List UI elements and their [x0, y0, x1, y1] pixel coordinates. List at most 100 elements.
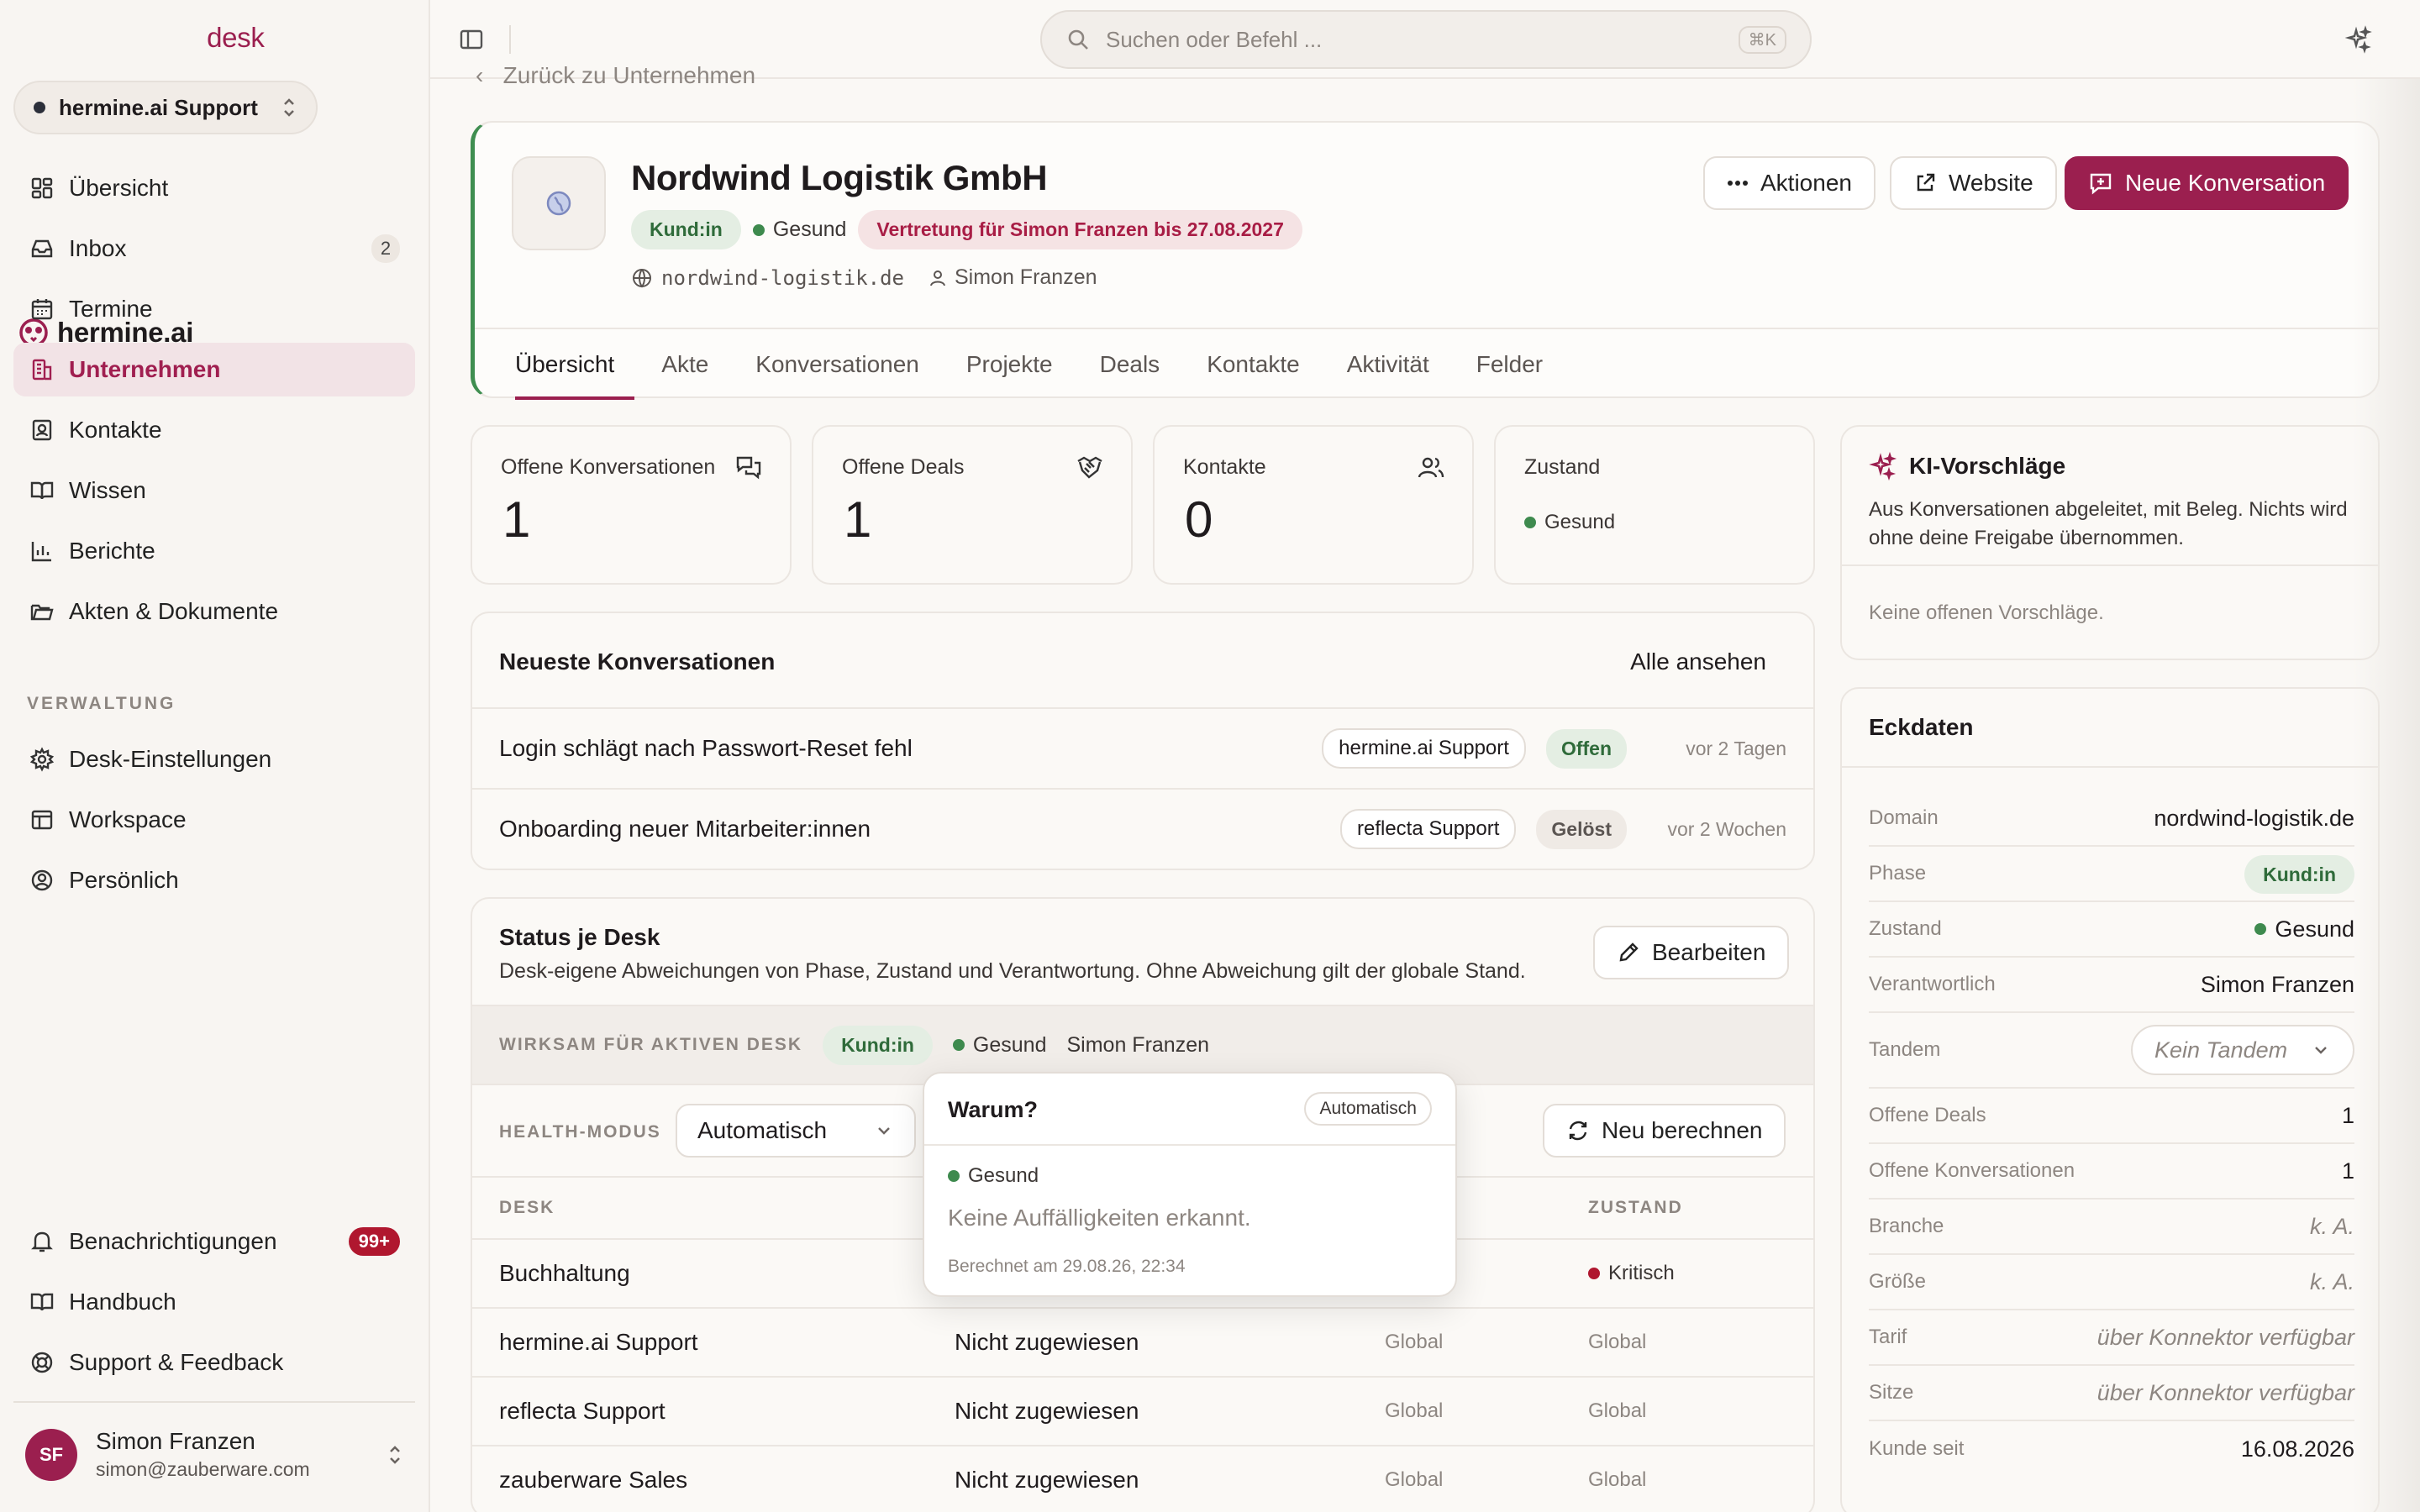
sidebar-item-label: Support & Feedback [69, 1349, 284, 1375]
sidebar-item-inbox[interactable]: Inbox 2 [13, 222, 415, 276]
stat-label: Zustand [1524, 455, 1601, 479]
ai-suggestions-card: KI-Vorschläge Aus Konversationen abgelei… [1840, 425, 2380, 660]
card-description: Desk-eigene Abweichungen von Phase, Zust… [499, 959, 1526, 983]
key-value[interactable]: nordwind-logistik.de [2154, 806, 2354, 832]
empty-state: Keine offenen Vorschläge. [1869, 601, 2104, 624]
sidebar-toggle-icon[interactable] [459, 27, 484, 52]
table-row[interactable]: hermine.ai Support Nicht zugewiesen Glob… [472, 1307, 1813, 1376]
company-logo [512, 156, 606, 250]
key-value: k. A. [2309, 1268, 2354, 1294]
sidebar-item-termine[interactable]: Termine [13, 282, 415, 336]
key-data-row: Zustand Gesund [1869, 902, 2354, 958]
key-data-row: Domain nordwind-logistik.de [1869, 791, 2354, 847]
tab-konversationen[interactable]: Konversationen [732, 329, 943, 400]
desk-owner: Nicht zugewiesen [955, 1467, 1139, 1493]
health-mode-label: HEALTH-MODUS [499, 1122, 661, 1142]
table-row[interactable]: zauberware Sales Nicht zugewiesen Global… [472, 1445, 1813, 1512]
sidebar-item-label: Wissen [69, 477, 146, 503]
tab-felder[interactable]: Felder [1453, 329, 1566, 400]
phase-badge: Kund:in [823, 1025, 933, 1065]
stat-value: 1 [502, 491, 531, 548]
deputy-badge: Vertretung für Simon Franzen bis 27.08.2… [858, 210, 1302, 249]
status-dot [752, 223, 765, 236]
website-label: Website [1949, 170, 2033, 196]
contact-icon [29, 417, 55, 444]
sidebar-item-desk-einstellungen[interactable]: Desk-Einstellungen [13, 732, 415, 786]
globe-icon [544, 189, 573, 218]
recalculate-button[interactable]: Neu berechnen [1543, 1104, 1786, 1158]
edit-label: Bearbeiten [1652, 939, 1766, 965]
sidebar-item-unternehmen[interactable]: Unternehmen [13, 343, 415, 396]
key-value: über Konnektor verfügbar [2096, 1379, 2354, 1405]
desk-phase: Global [1385, 1331, 1444, 1353]
book-icon [29, 477, 55, 504]
tandem-select[interactable]: Kein Tandem [2131, 1025, 2354, 1075]
card-title: Eckdaten [1869, 714, 1974, 740]
sidebar-item-akten[interactable]: Akten & Dokumente [13, 585, 415, 638]
chevron-up-down-icon [387, 1443, 403, 1467]
health-mode-value: Automatisch [697, 1117, 828, 1143]
tab-akte[interactable]: Akte [638, 329, 732, 400]
popover-timestamp: Berechnet am 29.08.26, 22:34 [948, 1257, 1186, 1276]
tab-deals[interactable]: Deals [1076, 329, 1184, 400]
tab-aktivitaet[interactable]: Aktivität [1323, 329, 1453, 400]
tab-projekte[interactable]: Projekte [943, 329, 1076, 400]
key-value: Simon Franzen [2200, 971, 2354, 997]
stat-value: 0 [1185, 491, 1213, 548]
avatar: SF [25, 1428, 77, 1481]
sidebar-item-kontakte[interactable]: Kontakte [13, 403, 415, 457]
status-badge: Gelöst [1536, 809, 1627, 849]
sidebar-item-berichte[interactable]: Berichte [13, 524, 415, 578]
desk-phase: Global [1385, 1468, 1444, 1491]
company-name: Nordwind Logistik GmbH [631, 158, 1048, 197]
sidebar-item-wissen[interactable]: Wissen [13, 464, 415, 517]
stat-card-open-conversations[interactable]: Offene Konversationen 1 [471, 425, 792, 585]
stat-card-open-deals[interactable]: Offene Deals 1 [812, 425, 1133, 585]
table-row[interactable]: reflecta Support Nicht zugewiesen Global… [472, 1376, 1813, 1445]
desk-owner: Nicht zugewiesen [955, 1329, 1139, 1355]
sidebar-item-label: Berichte [69, 538, 155, 564]
key-data-row: Offene Deals 1 [1869, 1089, 2354, 1144]
sidebar-item-handbuch[interactable]: Handbuch [13, 1275, 415, 1329]
ai-sparkle-icon[interactable] [2344, 25, 2373, 54]
divider [924, 1144, 1455, 1146]
stat-card-contacts[interactable]: Kontakte 0 [1153, 425, 1474, 585]
conversation-row[interactable]: Login schlägt nach Passwort-Reset fehl h… [472, 707, 1813, 788]
gear-icon [29, 746, 55, 773]
sidebar-item-benachrichtigungen[interactable]: Benachrichtigungen 99+ [13, 1215, 415, 1268]
back-link-label: Zurück zu Unternehmen [502, 62, 756, 88]
workspace-switcher[interactable]: hermine.ai Support [13, 81, 318, 134]
tab-uebersicht[interactable]: Übersicht [515, 329, 638, 400]
view-all-link[interactable]: Alle ansehen [1630, 648, 1766, 675]
key-data-row: Verantwortlich Simon Franzen [1869, 958, 2354, 1013]
stat-label: Offene Konversationen [501, 455, 716, 479]
website-button[interactable]: Website [1890, 156, 2057, 210]
conversation-row[interactable]: Onboarding neuer Mitarbeiter:innen refle… [472, 788, 1813, 869]
sidebar-item-workspace[interactable]: Workspace [13, 793, 415, 847]
tab-kontakte[interactable]: Kontakte [1183, 329, 1323, 400]
divider [509, 25, 511, 54]
sidebar-item-persoenlich[interactable]: Persönlich [13, 853, 415, 907]
recent-conversations-card: Neueste Konversationen Alle ansehen Logi… [471, 612, 1815, 870]
health-status: Kritisch [1588, 1262, 1675, 1285]
back-link[interactable]: ‹ Zurück zu Unternehmen [476, 62, 755, 89]
user-menu[interactable]: SF Simon Franzen simon@zauberware.com [25, 1428, 403, 1481]
health-mode-select[interactable]: Automatisch [676, 1104, 916, 1158]
card-title: KI-Vorschläge [1909, 453, 2066, 479]
search-input[interactable]: Suchen oder Befehl ... ⌘K [1040, 10, 1812, 69]
workspace-dot [34, 102, 45, 113]
new-conversation-button[interactable]: Neue Konversation [2065, 156, 2349, 210]
sidebar-item-support-feedback[interactable]: Support & Feedback [13, 1336, 415, 1389]
conversation-title: Login schlägt nach Passwort-Reset fehl [499, 735, 913, 761]
sidebar: hermine.ai desk hermine.ai Support Übers… [0, 0, 430, 1512]
company-domain[interactable]: nordwind-logistik.de [661, 266, 904, 290]
edit-button[interactable]: Bearbeiten [1593, 926, 1790, 979]
sidebar-item-uebersicht[interactable]: Übersicht [13, 161, 415, 215]
divider [13, 1401, 415, 1403]
key-label: Domain [1869, 806, 1939, 829]
key-data-row: Tandem Kein Tandem [1869, 1013, 2354, 1089]
actions-button[interactable]: Aktionen [1703, 156, 1876, 210]
sidebar-item-label: Inbox [69, 235, 127, 261]
desk-name: hermine.ai Support [499, 1329, 698, 1355]
new-conversation-label: Neue Konversation [2125, 170, 2326, 196]
